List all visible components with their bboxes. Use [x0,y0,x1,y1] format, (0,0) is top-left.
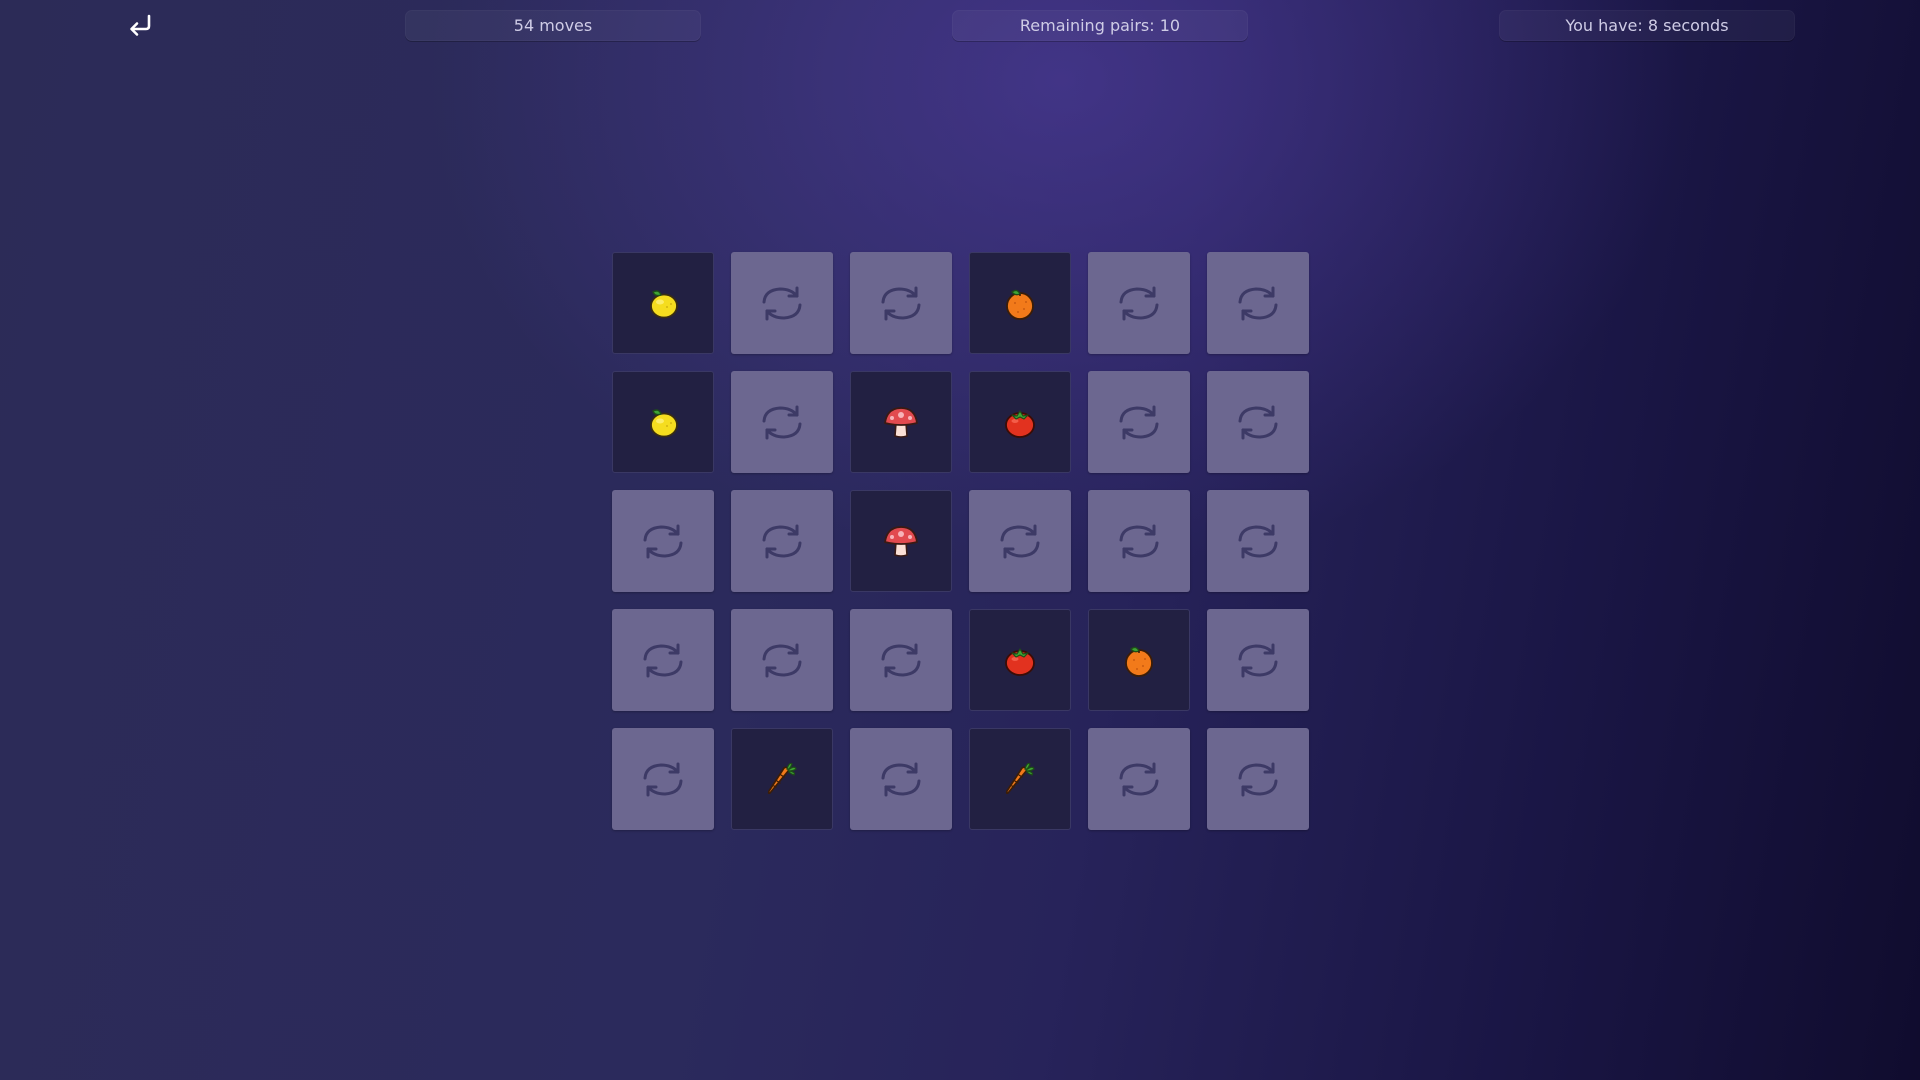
back-button[interactable] [124,10,156,42]
card-mushroom[interactable] [850,371,952,473]
flip-arrows-icon [1236,640,1280,680]
flip-arrows-icon [760,521,804,561]
card-carrot[interactable] [731,728,833,830]
card-hidden[interactable] [850,728,952,830]
orange-icon [1000,283,1040,323]
flip-arrows-icon [760,640,804,680]
card-hidden[interactable] [1088,490,1190,592]
flip-arrows-icon [641,521,685,561]
card-hidden[interactable] [612,490,714,592]
flip-arrows-icon [1236,521,1280,561]
remaining-pairs-counter: Remaining pairs: 10 [952,10,1248,41]
card-tomato[interactable] [969,609,1071,711]
card-hidden[interactable] [1088,252,1190,354]
flip-arrows-icon [879,759,923,799]
flip-arrows-icon [1236,283,1280,323]
lemon-icon [643,402,683,442]
card-hidden[interactable] [731,252,833,354]
flip-arrows-icon [879,640,923,680]
flip-arrows-icon [641,640,685,680]
orange-icon [1119,640,1159,680]
timer-text: You have: 8 seconds [1565,16,1729,35]
card-hidden[interactable] [731,490,833,592]
card-hidden[interactable] [1207,490,1309,592]
card-grid [612,252,1309,830]
card-hidden[interactable] [1207,728,1309,830]
card-hidden[interactable] [612,728,714,830]
carrot-icon [1000,759,1040,799]
card-hidden[interactable] [1088,371,1190,473]
flip-arrows-icon [1236,402,1280,442]
tomato-icon [1000,402,1040,442]
flip-arrows-icon [1117,402,1161,442]
card-carrot[interactable] [969,728,1071,830]
lemon-icon [643,283,683,323]
mushroom-icon [881,402,921,442]
card-hidden[interactable] [1207,609,1309,711]
card-hidden[interactable] [1207,252,1309,354]
tomato-icon [1000,640,1040,680]
card-hidden[interactable] [612,609,714,711]
card-hidden[interactable] [731,609,833,711]
mushroom-icon [881,521,921,561]
card-tomato[interactable] [969,371,1071,473]
flip-arrows-icon [1236,759,1280,799]
card-orange[interactable] [969,252,1071,354]
flip-arrows-icon [879,283,923,323]
card-lemon[interactable] [612,371,714,473]
card-lemon[interactable] [612,252,714,354]
return-arrow-icon [130,14,151,36]
remaining-pairs-text: Remaining pairs: 10 [1019,16,1181,35]
flip-arrows-icon [1117,521,1161,561]
flip-arrows-icon [1117,759,1161,799]
card-mushroom[interactable] [850,490,952,592]
card-hidden[interactable] [1088,728,1190,830]
card-hidden[interactable] [850,252,952,354]
moves-counter: 54 moves [405,10,701,41]
card-hidden[interactable] [969,490,1071,592]
card-orange[interactable] [1088,609,1190,711]
timer-display: You have: 8 seconds [1499,10,1795,41]
flip-arrows-icon [641,759,685,799]
card-hidden[interactable] [731,371,833,473]
moves-text: 54 moves [513,16,593,35]
card-hidden[interactable] [1207,371,1309,473]
carrot-icon [762,759,802,799]
flip-arrows-icon [998,521,1042,561]
flip-arrows-icon [1117,283,1161,323]
card-hidden[interactable] [850,609,952,711]
flip-arrows-icon [760,402,804,442]
flip-arrows-icon [760,283,804,323]
